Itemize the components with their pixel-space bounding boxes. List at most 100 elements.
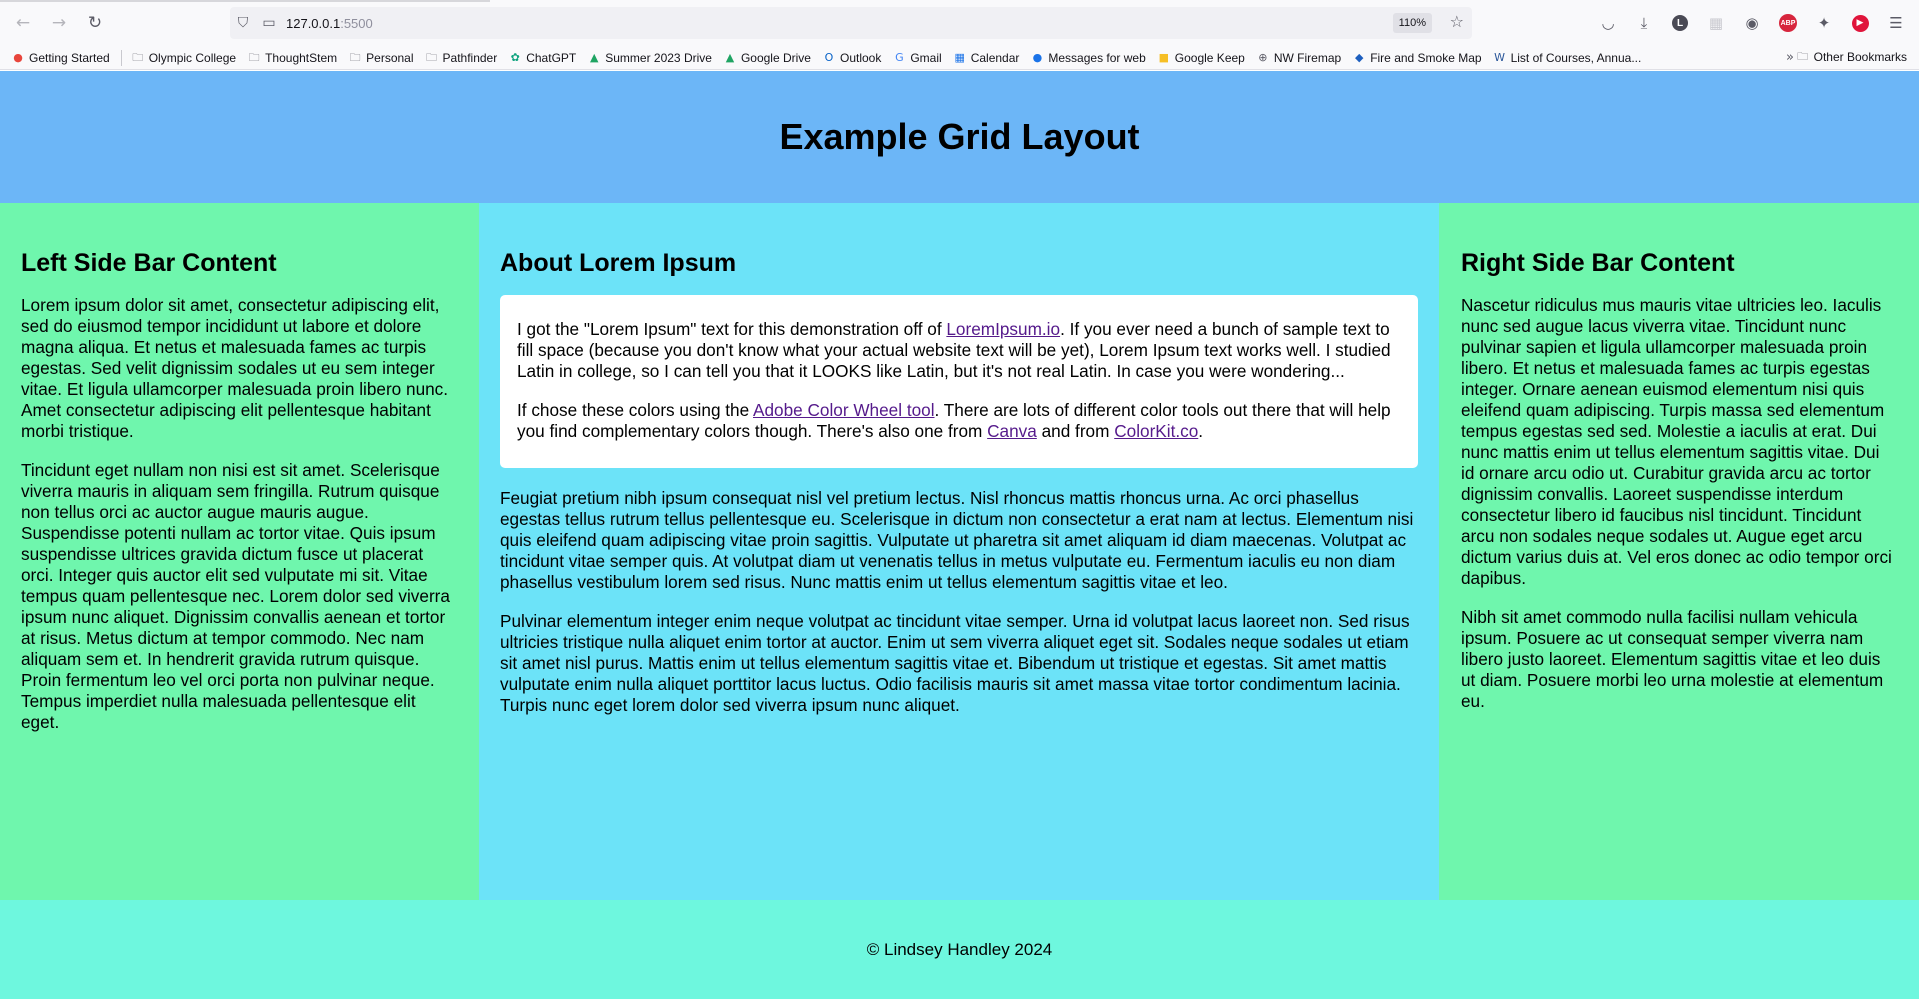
copyright-text: © Lindsey Handley 2024 — [866, 939, 1053, 959]
media-extension-button[interactable]: ▶ — [1843, 6, 1877, 40]
toolbar-right-icons: ◡ ⤓ L ▦ ◉ ABP ✦ ▶ ☰ — [1591, 6, 1913, 40]
card-p1-text-a: I got the "Lorem Ipsum" text for this de… — [517, 319, 947, 339]
shield-icon[interactable]: ⛉ — [230, 15, 256, 31]
main-paragraph-2: Pulvinar elementum integer enim neque vo… — [500, 611, 1410, 715]
right-sidebar: Right Side Bar Content Nascetur ridiculu… — [1439, 203, 1919, 900]
globe-icon: ⊕ — [1258, 50, 1268, 64]
messages-icon: ● — [1032, 50, 1043, 64]
adobe-color-wheel-link[interactable]: Adobe Color Wheel tool — [753, 400, 935, 420]
chatgpt-icon: ✿ — [510, 50, 520, 64]
bookmark-label: Google Keep — [1174, 50, 1245, 65]
extension-l-button[interactable]: L — [1663, 6, 1697, 40]
adblock-plus-button[interactable]: ABP — [1771, 6, 1805, 40]
bookmark-item[interactable]: ▲ Google Drive — [723, 51, 811, 65]
right-sidebar-heading: Right Side Bar Content — [1461, 249, 1735, 277]
firefox-icon: ● — [13, 50, 23, 64]
arrow-right-icon: → — [51, 13, 67, 33]
zoom-level-badge[interactable]: 110% — [1392, 13, 1432, 33]
folder-icon: 🗀 — [349, 50, 361, 64]
main-heading: About Lorem Ipsum — [500, 249, 737, 277]
back-button[interactable]: ← — [6, 6, 40, 40]
folder-icon: 🗀 — [248, 50, 260, 64]
web-page: Example Grid Layout Left Side Bar Conten… — [0, 71, 1919, 999]
bookmark-item[interactable]: ● Messages for web — [1030, 50, 1146, 65]
bookmark-label: List of Courses, Annua... — [1510, 50, 1642, 65]
address-bar[interactable]: ⛉ ▭ 127.0.0.1:5500 110% ☆ — [230, 7, 1472, 39]
bookmarks-toolbar: ● Getting Started 🗀 Olympic College 🗀 Thought… — [0, 46, 1919, 70]
forward-button[interactable]: → — [42, 6, 76, 40]
url-host: 127.0.0.1 — [286, 15, 341, 31]
google-drive-icon: ▲ — [590, 50, 599, 64]
adblock-plus-icon: ABP — [1779, 14, 1797, 32]
hamburger-menu-icon: ☰ — [1889, 14, 1903, 32]
bookmark-item[interactable]: ▲ Summer 2023 Drive — [587, 51, 712, 65]
bookmark-item[interactable]: ■ Google Keep — [1157, 51, 1245, 65]
play-icon: ▶ — [1851, 14, 1869, 32]
tab-strip-line — [0, 0, 490, 2]
extensions-button[interactable]: ✦ — [1807, 6, 1841, 40]
left-sidebar: Left Side Bar Content Lorem ipsum dolor … — [0, 203, 479, 900]
bookmark-item[interactable]: 🗀 ThoughtStem — [247, 50, 338, 65]
bookmark-item[interactable]: O Outlook — [822, 50, 882, 65]
pocket-button[interactable]: ◡ — [1591, 6, 1625, 40]
right-paragraph-2: Nibh sit amet commodo nulla facilisi nul… — [1461, 607, 1884, 711]
bookmarks-overflow-icon[interactable]: » — [1786, 50, 1794, 65]
folder-icon: 🗀 — [132, 50, 144, 64]
bookmark-label: Fire and Smoke Map — [1370, 50, 1482, 65]
bookmark-item[interactable]: ⊕ NW Firemap — [1256, 51, 1341, 65]
bookmark-item[interactable]: 🗀 Olympic College — [131, 51, 236, 65]
bookmark-item[interactable]: ▦ Calendar — [953, 50, 1020, 65]
google-drive-icon: ▲ — [725, 50, 735, 64]
bookmark-item[interactable]: W List of Courses, Annua... — [1493, 50, 1642, 65]
card-paragraph-1: I got the "Lorem Ipsum" text for this de… — [517, 319, 1401, 382]
menu-button[interactable]: ☰ — [1879, 6, 1913, 40]
canva-link[interactable]: Canva — [987, 421, 1037, 441]
site-footer: © Lindsey Handley 2024 — [0, 900, 1919, 999]
download-icon: ⤓ — [1640, 14, 1648, 32]
word-icon: W — [1494, 50, 1506, 64]
card-p2-text-a: If chose these colors using the — [517, 400, 753, 420]
site-header: Example Grid Layout — [0, 71, 1919, 203]
bookmark-list: ● Getting Started 🗀 Olympic College 🗀 Thought… — [11, 49, 1652, 66]
extension-grid-button[interactable]: ▦ — [1699, 6, 1733, 40]
bookmark-label: Olympic College — [148, 50, 237, 65]
bookmark-item[interactable]: 🗀 Personal — [348, 50, 414, 65]
url-port: :5500 — [340, 15, 373, 31]
reload-icon: ↻ — [87, 13, 103, 33]
keep-icon: ■ — [1158, 50, 1169, 64]
bookmark-label: NW Firemap — [1273, 50, 1342, 65]
bookmark-item[interactable]: ✿ ChatGPT — [508, 50, 577, 65]
bookmark-item[interactable]: ◆ Fire and Smoke Map — [1352, 50, 1482, 65]
loremipsum-link[interactable]: LoremIpsum.io — [946, 319, 1060, 339]
extension-circle-button[interactable]: ◉ — [1735, 6, 1769, 40]
colorkit-link[interactable]: ColorKit.co — [1114, 421, 1198, 441]
card-p2-text-c: and from — [1036, 421, 1115, 441]
outlook-icon: O — [824, 50, 834, 64]
url-text[interactable]: 127.0.0.1:5500 — [286, 16, 373, 31]
nav-buttons: ← → ↻ — [6, 6, 112, 40]
fire-smoke-map-icon: ◆ — [1354, 50, 1364, 64]
bookmark-star-icon[interactable]: ☆ — [1450, 12, 1464, 31]
downloads-button[interactable]: ⤓ — [1627, 6, 1661, 40]
card-p2-text-d: . — [1198, 421, 1204, 441]
bookmark-label: Getting Started — [29, 50, 110, 65]
bookmark-label: Pathfinder — [442, 50, 498, 65]
page-info-icon[interactable]: ▭ — [256, 15, 282, 31]
bookmark-label: ChatGPT — [526, 50, 577, 65]
bookmark-label: Google Drive — [740, 50, 811, 65]
bookmark-item[interactable]: G Gmail — [892, 50, 942, 65]
left-paragraph-1: Lorem ipsum dolor sit amet, consectetur … — [21, 295, 449, 441]
reload-button[interactable]: ↻ — [78, 6, 112, 40]
bookmark-label: Calendar — [970, 50, 1020, 65]
other-bookmarks[interactable]: 🗀 Other Bookmarks — [1796, 50, 1907, 64]
bookmark-item[interactable]: ● Getting Started — [11, 51, 110, 65]
site-title: Example Grid Layout — [779, 116, 1140, 157]
bookmark-item[interactable]: 🗀 Pathfinder — [425, 50, 498, 65]
bookmark-label: Gmail — [910, 50, 942, 65]
extension-circle-icon: ◉ — [1745, 14, 1759, 32]
extension-grid-icon: ▦ — [1708, 14, 1724, 32]
bookmark-label: Summer 2023 Drive — [605, 50, 712, 65]
other-bookmarks-label: Other Bookmarks — [1813, 50, 1907, 64]
left-sidebar-heading: Left Side Bar Content — [21, 249, 277, 277]
pocket-icon: ◡ — [1601, 14, 1615, 32]
